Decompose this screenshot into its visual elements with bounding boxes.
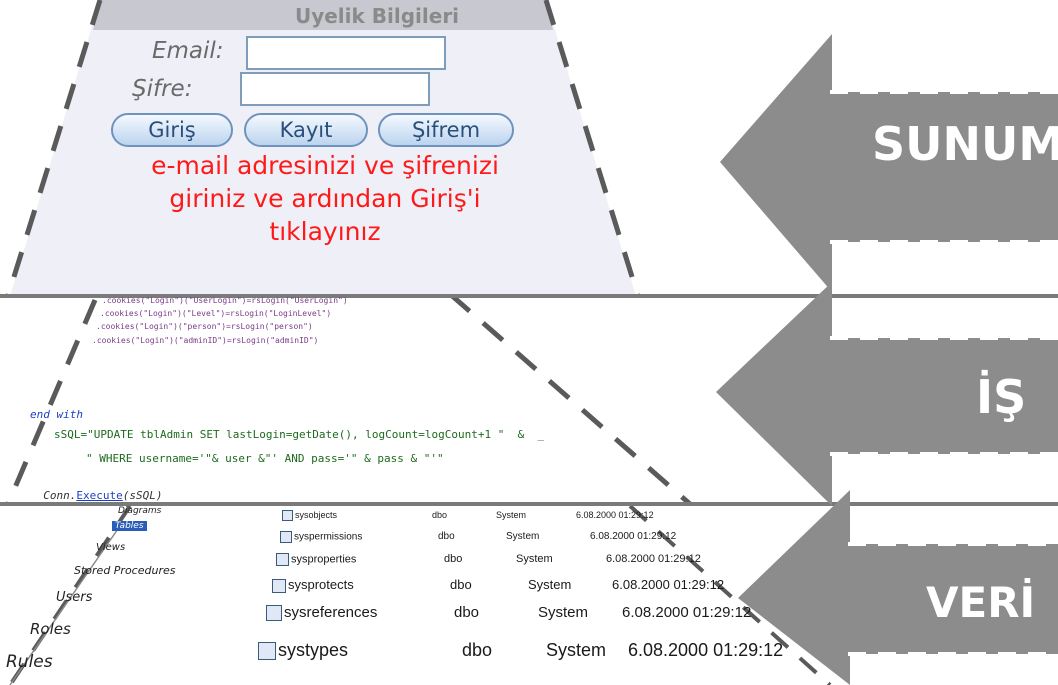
table-icon [280,531,292,543]
code-exec-args: (sSQL) [122,489,163,502]
hint-line-1: e-mail adresinizi ve şifrenizi [151,151,499,180]
hint-line-3: tıklayınız [269,217,381,246]
presentation-layer-label: SUNUM [872,117,1058,171]
code-sql-line: sSQL="UPDATE tblAdmin SET lastLogin=getD… [54,428,545,441]
code-exec-method: Execute [76,489,123,502]
tree-item-stored-procedures[interactable]: Stored Procedures [74,564,175,577]
code-end-with: end with [30,408,83,421]
email-input[interactable] [246,36,446,70]
form-title: Uyelik Bilgileri [294,4,460,28]
table-icon [276,553,289,566]
tree-item-diagrams[interactable]: Diagrams [118,506,161,516]
table-row[interactable]: sysprotects dbo System 6.08.2000 01:29:1… [272,577,724,593]
code-line-4: .cookies("Login")("adminID")=rsLogin("ad… [92,336,319,345]
table-row[interactable]: sysobjects dbo System 6.08.2000 01:29:12 [282,510,654,522]
tree-item-users[interactable]: Users [56,590,92,605]
table-row[interactable]: systypes dbo System 6.08.2000 01:29:12 [258,640,783,661]
password-input[interactable] [240,72,430,106]
code-line-1: .cookies("Login")("UserLogin")=rsLogin("… [102,296,348,305]
login-button[interactable]: Giriş [111,113,233,147]
table-icon [266,605,282,622]
tree-item-tables[interactable]: Tables [112,521,147,531]
business-layer-label: İŞ [976,370,1027,424]
hint-line-2: giriniz ve ardından Giriş'i [169,184,481,213]
table-icon [258,642,276,661]
table-row[interactable]: sysreferences dbo System 6.08.2000 01:29… [266,604,751,622]
table-row[interactable]: syspermissions dbo System 6.08.2000 01:2… [280,531,676,543]
table-row[interactable]: sysproperties dbo System 6.08.2000 01:29… [276,553,701,566]
code-execute-line: Conn.Execute(sSQL) [30,476,162,502]
tree-item-roles[interactable]: Roles [30,620,71,638]
register-button[interactable]: Kayıt [244,113,368,147]
code-where-line: " WHERE username='"& user &"' AND pass='… [86,452,444,465]
code-exec-object: Conn. [43,489,77,502]
table-icon [272,578,286,593]
forgot-password-button[interactable]: Şifrem [378,113,514,147]
tree-item-views[interactable]: Views [96,542,125,553]
code-line-3: .cookies("Login")("person")=rsLogin("per… [96,322,313,331]
data-layer-label: VERİ [926,578,1036,627]
code-line-2: .cookies("Login")("Level")=rsLogin("Logi… [100,309,332,318]
password-label: Şifre: [132,76,193,102]
tree-item-rules[interactable]: Rules [6,652,53,672]
email-label: Email: [152,38,224,64]
table-icon [282,510,293,522]
